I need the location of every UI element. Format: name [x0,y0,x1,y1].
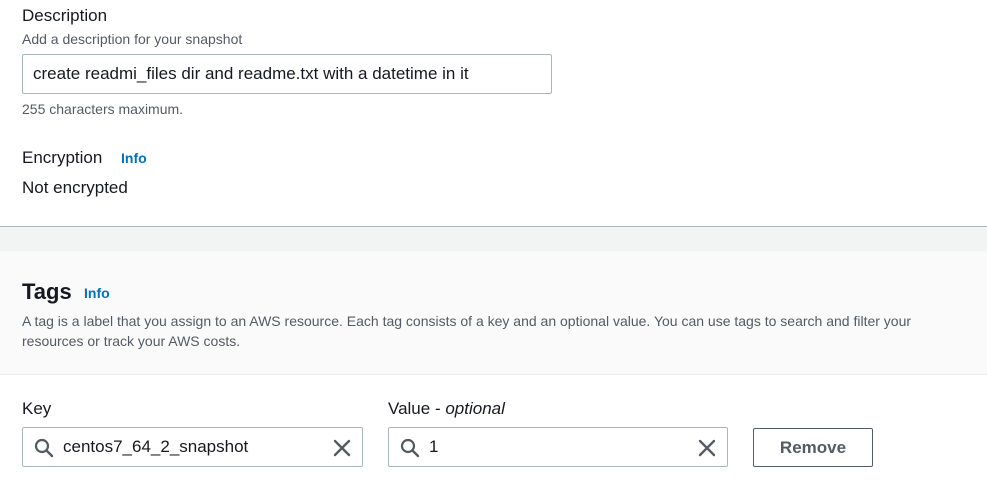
description-label: Description [22,6,108,25]
tag-key-label: Key [22,399,52,418]
tag-value-input[interactable] [429,428,682,466]
tags-info-link[interactable]: Info [84,285,110,301]
tag-value-label: Value - optional [388,399,505,418]
tags-title: Tags [22,279,72,304]
encryption-info-link[interactable]: Info [121,150,147,166]
encryption-value: Not encrypted [22,178,128,197]
description-input[interactable] [22,54,552,94]
section-gap [0,227,987,251]
search-icon [34,438,54,458]
encryption-label: Encryption [22,148,103,167]
close-icon[interactable] [697,438,717,458]
close-icon[interactable] [332,438,352,458]
description-constraint: 255 characters maximum. [22,101,184,117]
tag-value-field[interactable] [388,427,728,467]
remove-tag-button[interactable]: Remove [753,428,873,467]
tag-key-input[interactable] [63,428,317,466]
tag-key-field[interactable] [22,427,363,467]
search-icon [400,438,420,458]
tags-description: A tag is a label that you assign to an A… [22,313,912,349]
description-hint: Add a description for your snapshot [22,31,243,47]
